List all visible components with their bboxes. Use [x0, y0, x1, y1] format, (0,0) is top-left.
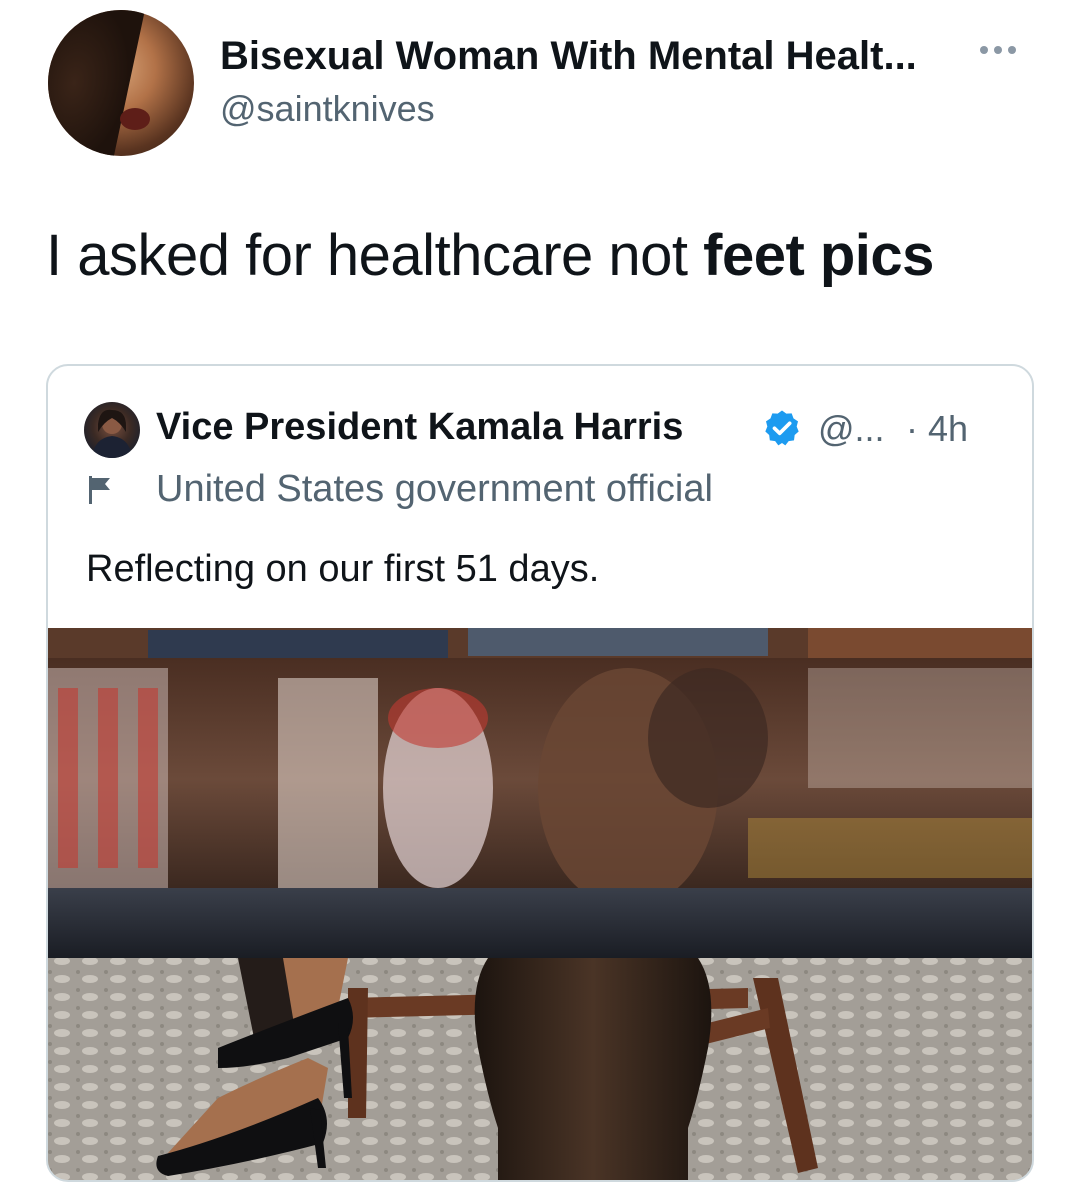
quoted-post-time[interactable]: · 4h	[906, 408, 968, 450]
more-horizontal-icon[interactable]	[980, 40, 1030, 60]
quoted-author-handle[interactable]: @...	[818, 408, 885, 450]
quoted-author-name[interactable]: Vice President Kamala Harris	[156, 406, 683, 449]
quoted-tweet-card[interactable]: Vice President Kamala Harris @... · 4h U…	[46, 364, 1034, 1182]
verified-badge-icon	[765, 410, 799, 446]
tweet-text: I asked for healthcare not feet pics	[46, 222, 934, 289]
quoted-tweet-photo[interactable]	[48, 628, 1032, 1180]
tweet-text-bold: feet pics	[703, 223, 934, 288]
quoted-tweet-text: Reflecting on our first 51 days.	[86, 548, 600, 590]
government-flag-icon	[89, 476, 110, 504]
quoted-author-avatar[interactable]	[84, 402, 140, 458]
tweet-screenshot: Bisexual Woman With Mental Healt... @sai…	[0, 0, 1080, 1194]
author-display-name[interactable]: Bisexual Woman With Mental Healt...	[220, 34, 917, 79]
author-avatar[interactable]	[48, 10, 194, 156]
tweet-text-regular: I asked for healthcare not	[46, 223, 704, 288]
author-handle[interactable]: @saintknives	[220, 88, 435, 130]
government-official-label: United States government official	[156, 468, 713, 510]
